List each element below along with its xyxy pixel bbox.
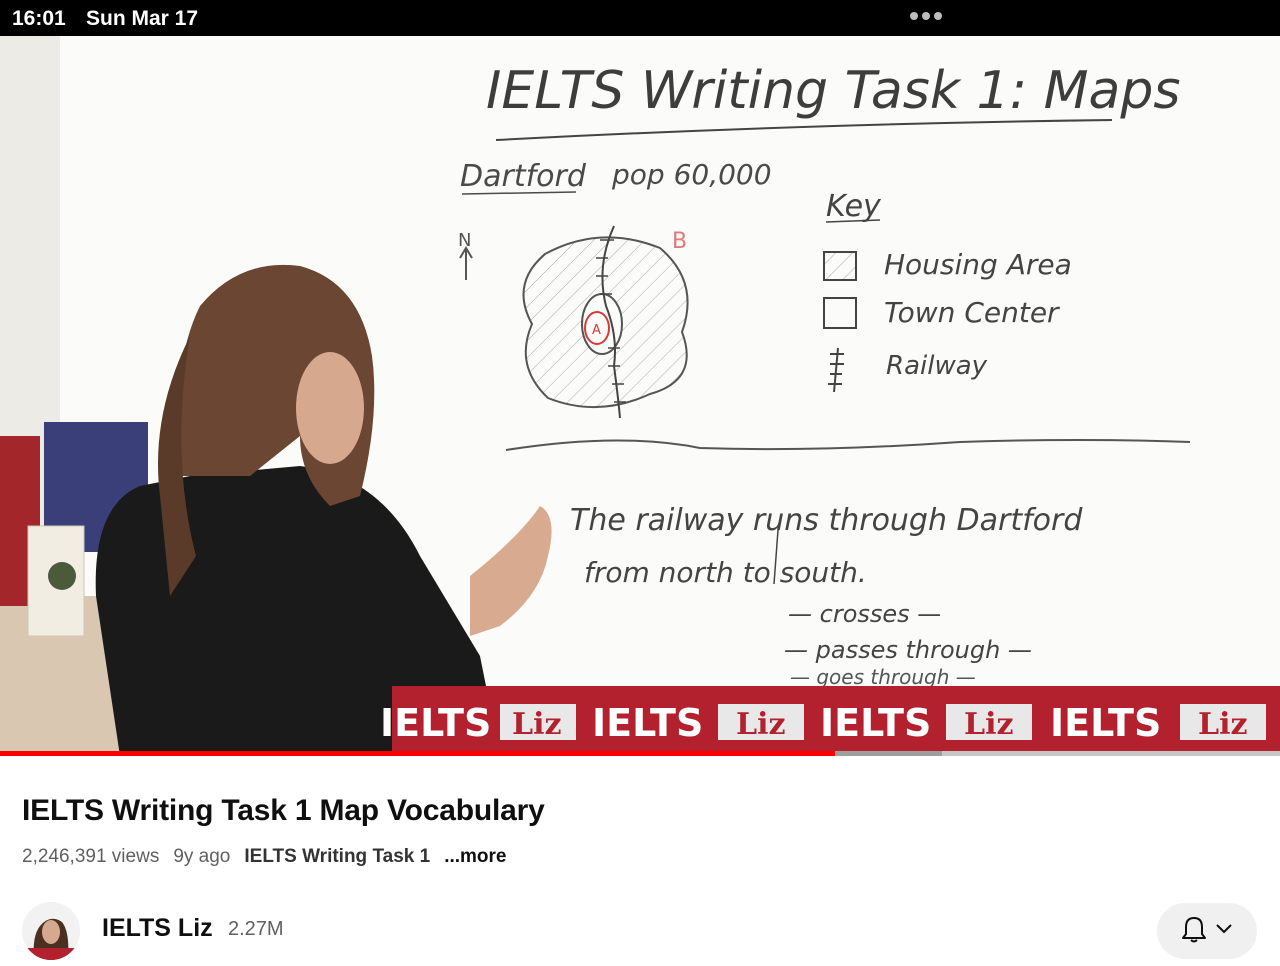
synonym-passes-through: — passes through —: [784, 636, 1032, 664]
key-item-town-center: Town Center: [884, 296, 1060, 329]
banner-text-4: IELTS: [1050, 701, 1161, 745]
banner-name-2: Liz: [736, 707, 786, 742]
town-label: Dartford: [460, 159, 587, 194]
status-time: 16:01: [12, 7, 66, 30]
banner-name-4: Liz: [1198, 707, 1248, 742]
example-sentence-line-2: from north to south.: [584, 556, 867, 589]
synonym-goes-through: — goes through —: [790, 665, 976, 689]
housing-swatch: [823, 251, 857, 281]
upload-age: 9y ago: [173, 846, 231, 867]
avatar[interactable]: [22, 902, 80, 960]
video-progress-bar[interactable]: [0, 751, 1280, 756]
channel-name[interactable]: IELTS Liz: [102, 914, 213, 943]
town-center: [581, 293, 623, 355]
north-label: N: [458, 230, 471, 251]
banner-text-2: IELTS: [592, 701, 703, 745]
key-title: Key: [826, 189, 882, 224]
subscriber-count: 2.27M: [228, 918, 284, 940]
population-label: pop 60,000: [611, 158, 772, 191]
brand-banner: IELTS IELTS IELTS IELTS Liz Liz Liz Liz: [380, 686, 1280, 756]
banner-text-3: IELTS: [820, 701, 931, 745]
multitasking-dots-icon[interactable]: [910, 12, 942, 20]
video-tag[interactable]: IELTS Writing Task 1: [244, 846, 430, 868]
board-title: IELTS Writing Task 1: Maps: [486, 61, 1180, 121]
status-date: Sun Mar 17: [86, 7, 199, 30]
video-meta[interactable]: 2,246,391 views 9y ago IELTS Writing Tas…: [22, 846, 507, 868]
point-b-label: B: [672, 229, 687, 254]
key-item-railway: Railway: [886, 351, 988, 381]
banner-text-1: IELTS: [380, 701, 491, 745]
example-sentence-line-1: The railway runs through Dartford: [570, 503, 1083, 538]
bell-icon: [1181, 915, 1207, 948]
banner-name-1: Liz: [512, 707, 562, 742]
progress-played: [0, 751, 835, 756]
more-link[interactable]: ...more: [444, 846, 506, 868]
video-player[interactable]: IELTS Writing Task 1: Maps Dartford pop …: [0, 36, 1280, 756]
video-frame: IELTS Writing Task 1: Maps Dartford pop …: [0, 36, 1280, 756]
synonym-crosses: — crosses —: [788, 600, 941, 628]
banner-name-3: Liz: [964, 707, 1014, 742]
notification-button[interactable]: [1157, 903, 1257, 959]
video-title[interactable]: IELTS Writing Task 1 Map Vocabulary: [22, 794, 545, 828]
chevron-down-icon: [1215, 922, 1233, 940]
key-item-housing: Housing Area: [884, 248, 1072, 281]
view-count: 2,246,391 views: [22, 846, 160, 867]
status-bar: 16:01 Sun Mar 17: [0, 0, 1280, 36]
point-a-label: A: [592, 323, 601, 338]
